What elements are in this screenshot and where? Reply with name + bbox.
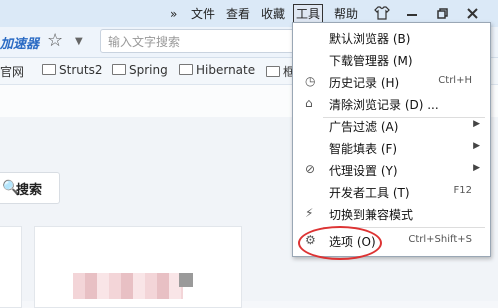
bookmark-spring[interactable]: Spring: [112, 63, 168, 77]
content-card[interactable]: [0, 226, 22, 308]
menu-file[interactable]: 文件: [191, 5, 215, 23]
bookmark-struts2[interactable]: Struts2: [42, 63, 102, 77]
bookmark-hibernate[interactable]: Hibernate: [179, 63, 255, 77]
shirt-icon[interactable]: [374, 6, 390, 20]
menu-item-default-browser[interactable]: 默认浏览器 (B): [293, 27, 490, 49]
menu-help[interactable]: 帮助: [334, 5, 358, 23]
restore-icon[interactable]: [437, 8, 449, 19]
menu-item-proxy-settings[interactable]: ⊘ 代理设置 (Y) ▶: [293, 159, 490, 181]
menu-favorites[interactable]: 收藏: [261, 5, 285, 23]
bookmark-folder[interactable]: 框: [266, 63, 295, 80]
menu-item-developer-tools[interactable]: 开发者工具 (T) F12: [293, 181, 490, 203]
close-icon[interactable]: [467, 8, 478, 19]
menu-item-clear-history[interactable]: ⌂ 清除浏览记录 (D) ...: [293, 93, 490, 115]
star-icon[interactable]: ☆: [47, 30, 63, 51]
menu-item-compat-mode[interactable]: ⚡ 切换到兼容模式: [293, 203, 490, 225]
bookmark-official-site[interactable]: 官网: [0, 63, 24, 80]
tools-dropdown-menu: 默认浏览器 (B) 下载管理器 (M) ◷ 历史记录 (H) Ctrl+H ⌂ …: [292, 22, 491, 257]
minimize-icon[interactable]: [407, 14, 417, 16]
chevron-down-icon[interactable]: ▼: [75, 36, 83, 47]
submenu-arrow-icon: ▶: [473, 119, 480, 129]
eraser-icon: ⌂: [305, 96, 313, 110]
more-menu-button[interactable]: »: [170, 5, 177, 23]
blurred-thumbnail: [73, 273, 183, 299]
accelerator-button[interactable]: 加速器: [0, 33, 39, 52]
search-placeholder: 输入文字搜索: [108, 35, 181, 49]
menu-tools[interactable]: 工具: [293, 4, 324, 24]
link-icon: ⊘: [305, 162, 316, 176]
menu-item-download-manager[interactable]: 下载管理器 (M): [293, 49, 490, 71]
lightning-icon: ⚡: [305, 206, 314, 220]
submenu-arrow-icon: ▶: [473, 163, 480, 173]
submenu-arrow-icon: ▶: [473, 141, 480, 151]
folder-icon: [266, 66, 280, 77]
menu-item-history[interactable]: ◷ 历史记录 (H) Ctrl+H: [293, 71, 490, 93]
search-button[interactable]: 🔍 搜索: [0, 172, 60, 204]
folder-icon: [42, 64, 56, 75]
thumbnail-pixel: [179, 273, 193, 287]
folder-icon: [112, 64, 126, 75]
search-input[interactable]: 输入文字搜索: [100, 29, 302, 53]
menu-item-autofill[interactable]: 智能填表 (F) ▶: [293, 137, 490, 159]
search-button-label: 搜索: [16, 183, 43, 198]
menu-item-ad-filter[interactable]: 广告过滤 (A) ▶: [293, 115, 490, 137]
content-card[interactable]: [34, 226, 242, 308]
clock-icon: ◷: [305, 74, 316, 88]
folder-icon: [179, 64, 193, 75]
menu-view[interactable]: 查看: [226, 5, 250, 23]
highlight-circle: [298, 226, 382, 260]
